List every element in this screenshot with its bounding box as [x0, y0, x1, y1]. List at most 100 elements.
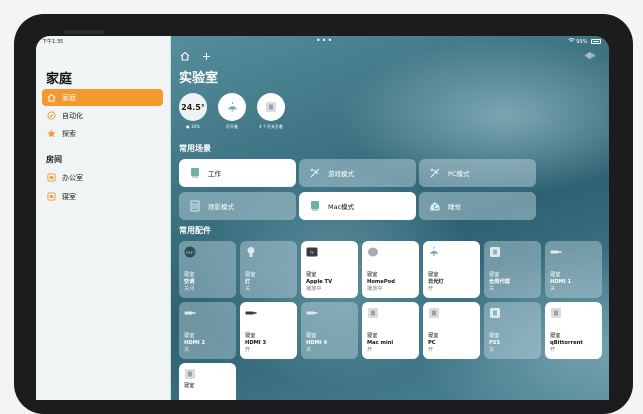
- tile-room: 寝室: [367, 333, 378, 339]
- scene-sleep[interactable]: 睡觉: [419, 192, 536, 220]
- accessory-tile-fluorescent[interactable]: 寝室 日光灯开: [423, 241, 480, 298]
- status-time: 下午1:35: [42, 39, 64, 45]
- accessory-tile-ac[interactable]: 24.5° 寝室 空调 关闭: [179, 241, 236, 298]
- tile-state: 播放中: [367, 286, 383, 292]
- accessory-tile-light[interactable]: 寝室灯关: [240, 241, 297, 298]
- tile-state: 关: [489, 347, 495, 353]
- scene-label: 游戏模式: [328, 170, 354, 178]
- tile-room: 寝室: [306, 333, 317, 339]
- tile-name: qBittorrent: [550, 340, 583, 346]
- tile-room: 寝室: [306, 272, 317, 278]
- tile-state: 开: [245, 347, 251, 353]
- homepod-icon: [367, 246, 379, 258]
- tile-state: 开: [550, 347, 556, 353]
- droplet-icon: ●: [186, 124, 190, 129]
- room-title: 实验室: [179, 71, 219, 86]
- svg-text:tv: tv: [310, 251, 313, 255]
- scene-label: 工作: [208, 170, 221, 178]
- hdmi-icon: [550, 246, 562, 258]
- add-icon[interactable]: [202, 51, 211, 64]
- scenes-section-title: 常用场景: [179, 144, 211, 153]
- scene-movie-icon: [188, 199, 202, 213]
- accessory-tile-hdmi1[interactable]: 寝室 HDMI 1关: [545, 241, 602, 298]
- multitasking-dots[interactable]: •••: [316, 36, 333, 45]
- sidebar-item-home[interactable]: 家庭: [42, 89, 163, 106]
- scene-mac-icon: [308, 199, 322, 213]
- tile-room: 寝室: [550, 272, 561, 278]
- switches-summary[interactable]: [257, 93, 285, 121]
- accessory-tile-proxy[interactable]: 寝室 全局代理关: [484, 241, 541, 298]
- accessory-tile-extra[interactable]: 寝室: [179, 363, 236, 400]
- accessory-tile-qbittorrent[interactable]: 寝室 qBittorrent 开: [545, 302, 602, 359]
- accessory-tile-appletv[interactable]: tv 寝室 Apple TV 播放中: [301, 241, 358, 298]
- tile-name: 空调: [184, 279, 195, 285]
- top-toolbar: [180, 51, 219, 64]
- scene-label: 观影模式: [208, 203, 234, 211]
- scene-mac[interactable]: Mac模式: [299, 192, 416, 220]
- scene-sleep-icon: [428, 199, 442, 213]
- svg-text:24.5°: 24.5°: [186, 250, 195, 254]
- temperature-summary[interactable]: 24.5°: [179, 93, 207, 121]
- accessory-tile-hdmi4[interactable]: 寝室 HDMI 4关: [301, 302, 358, 359]
- tile-state: 关: [245, 286, 251, 292]
- status-bar: 下午1:35 ••• 99%: [36, 36, 609, 48]
- tile-state: 关: [306, 347, 312, 353]
- status-right: 99%: [568, 38, 601, 45]
- lightbulb-icon: [245, 246, 257, 258]
- tile-name: HDMI 2: [184, 340, 206, 346]
- scene-work[interactable]: 工作: [179, 159, 296, 187]
- battery-percent: 99%: [576, 39, 588, 45]
- tile-room: 寝室: [184, 272, 195, 278]
- tile-state: 关: [489, 286, 495, 292]
- scene-movie[interactable]: 观影模式: [179, 192, 296, 220]
- tile-state: 关闭: [184, 286, 195, 292]
- sidebar-item-automation[interactable]: 自动化: [42, 107, 163, 124]
- accessory-tile-hdmi2[interactable]: 寝室 HDMI 2关: [179, 302, 236, 359]
- accessory-tile-homepod[interactable]: 寝室 HomePod 播放中: [362, 241, 419, 298]
- tile-state: 开: [367, 347, 373, 353]
- hdmi-icon: [306, 307, 318, 319]
- humidity-caption: ● 16%: [186, 124, 200, 129]
- tile-name: PS5: [489, 340, 501, 346]
- tile-room: 寝室: [550, 333, 561, 339]
- switch-icon: [550, 307, 562, 319]
- tile-name: PC: [428, 340, 436, 346]
- tile-state: 关: [184, 347, 190, 353]
- room-icon: [47, 173, 56, 182]
- tile-name: 灯: [245, 279, 251, 285]
- home-icon[interactable]: [180, 51, 194, 64]
- switch-icon: [428, 307, 440, 319]
- sidebar-item-label: 办公室: [62, 173, 83, 182]
- sidebar-item-bedroom[interactable]: 寝室: [42, 188, 163, 205]
- tile-room: 寝室: [428, 272, 439, 278]
- scene-label: PC模式: [448, 170, 470, 178]
- wifi-icon: [568, 38, 577, 45]
- tile-room: 寝室: [245, 333, 256, 339]
- accessory-tile-macmini[interactable]: 寝室 Mac mini 开: [362, 302, 419, 359]
- switch-icon: [184, 368, 196, 380]
- scene-work-icon: [188, 166, 202, 180]
- scene-pc[interactable]: PC模式: [419, 159, 536, 187]
- switch-icon: [489, 307, 501, 319]
- scene-gaming[interactable]: 游戏模式: [299, 159, 416, 187]
- sidebar-item-office[interactable]: 办公室: [42, 169, 163, 186]
- tile-name: Mac mini: [367, 340, 394, 346]
- siri-waveform-icon[interactable]: [585, 51, 595, 63]
- tile-room: 寝室: [428, 333, 439, 339]
- switch-icon: [489, 246, 501, 258]
- house-icon: [47, 93, 56, 102]
- lights-summary[interactable]: [218, 93, 246, 121]
- scene-label: 睡觉: [448, 203, 461, 211]
- accessory-tile-hdmi3[interactable]: 寝室 HDMI 3开: [240, 302, 297, 359]
- accessory-tile-ps5[interactable]: 寝室 PS5 关: [484, 302, 541, 359]
- tile-room: 寝室: [184, 383, 195, 389]
- sidebar-item-label: 自动化: [62, 111, 83, 120]
- tile-name: HDMI 4: [306, 340, 328, 346]
- hdmi-icon: [245, 307, 257, 319]
- scene-label: Mac模式: [328, 203, 355, 211]
- sidebar-item-discover[interactable]: 探索: [42, 125, 163, 142]
- sidebar-item-label: 寝室: [62, 192, 76, 201]
- clock-check-icon: [47, 111, 56, 120]
- accessory-tile-pc[interactable]: 寝室 PC 开: [423, 302, 480, 359]
- tile-state: 开: [428, 286, 434, 292]
